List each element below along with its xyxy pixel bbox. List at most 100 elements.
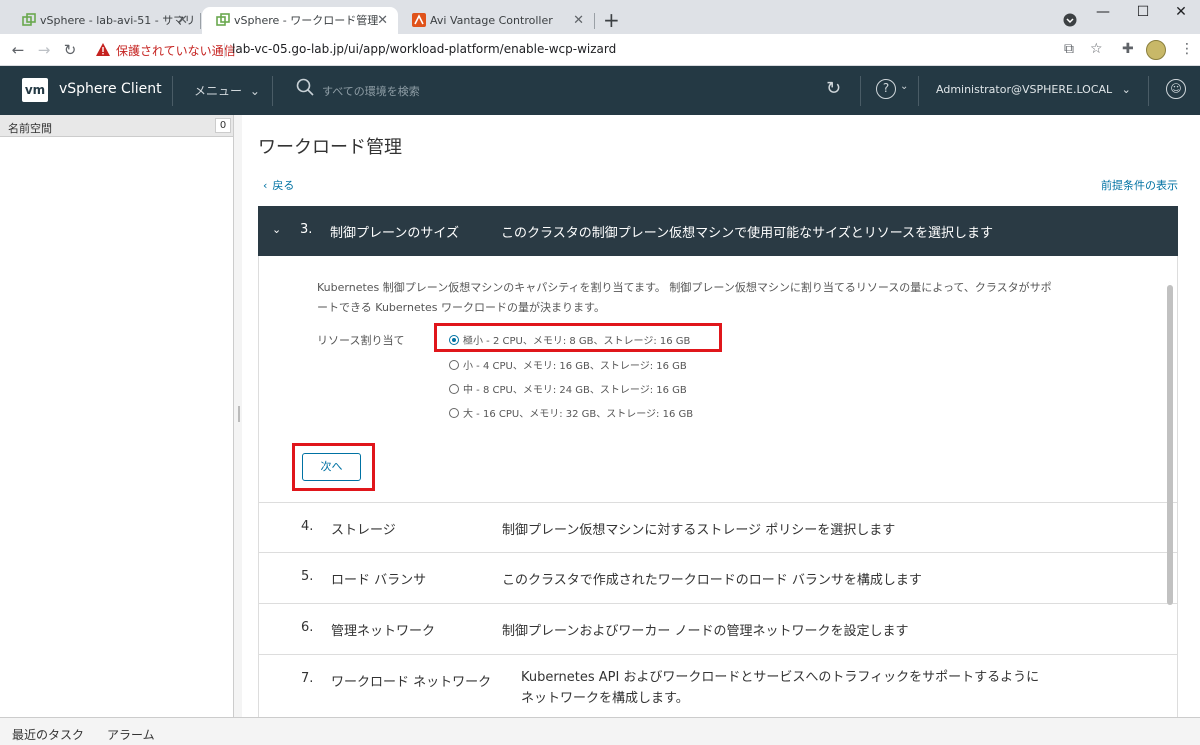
app-title[interactable]: vSphere Client — [59, 81, 162, 97]
vm-logo: vm — [22, 78, 48, 102]
browser-tab-strip: vSphere - lab-avi-51 - サマリ ✕ vSphere - ワ… — [0, 0, 1200, 34]
vertical-scrollbar[interactable] — [1164, 270, 1176, 717]
back-arrow-icon[interactable]: ← — [6, 38, 30, 62]
tab-search-icon[interactable] — [1063, 13, 1077, 27]
step-intro-text: Kubernetes 制御プレーン仮想マシンのキャパシティを割り当てます。 制御… — [317, 278, 1107, 318]
alarms-tab[interactable]: アラーム — [107, 726, 155, 743]
vsphere-favicon-icon — [22, 13, 36, 26]
browser-tab-title: vSphere - lab-avi-51 - サマリ — [40, 14, 196, 27]
step-name: ワークロード ネットワーク — [331, 675, 492, 690]
step-description: 制御プレーンおよびワーカー ノードの管理ネットワークを設定します — [502, 624, 909, 639]
browser-tab-title: vSphere - ワークロード管理 — [234, 14, 379, 27]
page-title: ワークロード管理 — [258, 137, 402, 158]
tab-close-icon[interactable]: ✕ — [377, 7, 388, 34]
user-name: Administrator@VSPHERE.LOCAL — [936, 83, 1113, 96]
tab-divider — [594, 13, 595, 29]
step-number: 5. — [301, 569, 314, 584]
wizard-step-5[interactable]: 5. ロード バランサ このクラスタで作成されたワークロードのロード バランサを… — [258, 553, 1178, 604]
avi-favicon-icon — [412, 13, 426, 27]
option-label: 中 - 8 CPU、メモリ: 24 GB、ストレージ: 16 GB — [463, 385, 687, 396]
recent-tasks-tab[interactable]: 最近のタスク — [12, 726, 84, 743]
refresh-icon[interactable]: ↻ — [826, 78, 841, 99]
option-label: 小 - 4 CPU、メモリ: 16 GB、ストレージ: 16 GB — [463, 361, 687, 372]
global-search-input[interactable]: すべての環境を検索 — [322, 83, 420, 99]
warning-icon — [96, 43, 110, 56]
user-menu[interactable]: Administrator@VSPHERE.LOCAL ⌄ — [936, 83, 1131, 96]
highlight-box — [292, 443, 375, 491]
step-number: 6. — [301, 620, 314, 635]
bottom-bar: 最近のタスク アラーム — [0, 717, 1200, 745]
browser-tab-workload-management[interactable]: vSphere - ワークロード管理 ✕ — [202, 7, 398, 34]
chevron-left-icon: ‹ — [263, 179, 268, 192]
intro-line: ートできる Kubernetes ワークロードの量が決まります。 — [317, 301, 605, 314]
step-name: ロード バランサ — [331, 573, 427, 588]
wizard-step-4[interactable]: 4. ストレージ 制御プレーン仮想マシンに対するストレージ ポリシーを選択します — [258, 502, 1178, 553]
reload-icon[interactable]: ↻ — [58, 38, 82, 62]
tab-close-icon[interactable]: ✕ — [573, 7, 584, 34]
tab-divider — [200, 13, 201, 29]
radio-button[interactable] — [449, 384, 459, 394]
prerequisites-link[interactable]: 前提条件の表示 — [1101, 177, 1178, 193]
step-name: ストレージ — [331, 523, 396, 538]
namespace-panel: 名前空間 0 — [0, 115, 234, 717]
namespace-panel-title: 名前空間 — [8, 122, 52, 135]
step-description: 制御プレーン仮想マシンに対するストレージ ポリシーを選択します — [502, 523, 896, 538]
security-warning[interactable]: 保護されていない通信 — [116, 42, 236, 59]
chevron-down-icon: ⌄ — [249, 84, 260, 98]
wizard-step-3-body: Kubernetes 制御プレーン仮想マシンのキャパシティを割り当てます。 制御… — [258, 256, 1178, 502]
step-name: 制御プレーンのサイズ — [330, 226, 459, 241]
url-field[interactable]: lab-vc-05.go-lab.jp/ui/app/workload-plat… — [232, 42, 616, 56]
header-divider — [1148, 76, 1149, 106]
header-divider — [918, 76, 919, 106]
size-option-large[interactable]: 大 - 16 CPU、メモリ: 32 GB、ストレージ: 16 GB — [449, 405, 693, 420]
step-description-line: Kubernetes API およびワークロードとサービスへのトラフィックをサポ… — [521, 670, 1040, 685]
resource-allocation-label: リソース割り当て — [317, 334, 405, 347]
wizard-step-7[interactable]: 7. ワークロード ネットワーク Kubernetes API およびワークロー… — [258, 655, 1178, 717]
new-tab-button[interactable]: + — [603, 8, 620, 32]
step-name: 管理ネットワーク — [331, 624, 436, 639]
back-link[interactable]: ‹ 戻る — [263, 177, 294, 193]
size-option-small[interactable]: 小 - 4 CPU、メモリ: 16 GB、ストレージ: 16 GB — [449, 357, 687, 372]
back-link-label: 戻る — [272, 179, 295, 192]
menu-button[interactable]: メニュー ⌄ — [194, 82, 260, 99]
feedback-smiley-icon[interactable]: ☺ — [1166, 79, 1186, 99]
step-number: 4. — [301, 519, 314, 534]
browser-tab-avi-controller[interactable]: Avi Vantage Controller ✕ — [398, 7, 594, 34]
chevron-down-icon[interactable]: ⌄ — [900, 81, 908, 92]
address-bar: ← → ↻ 保護されていない通信 lab-vc-05.go-lab.jp/ui/… — [0, 34, 1200, 66]
step-description: Kubernetes API およびワークロードとサービスへのトラフィックをサポ… — [521, 667, 1039, 709]
translate-icon[interactable]: ⧉ — [1064, 41, 1074, 57]
splitter-grip[interactable] — [238, 406, 240, 422]
namespace-panel-header: 名前空間 0 — [0, 115, 233, 137]
vsphere-header: vm vSphere Client メニュー ⌄ すべての環境を検索 ↻ ? ⌄… — [0, 66, 1200, 115]
size-option-medium[interactable]: 中 - 8 CPU、メモリ: 24 GB、ストレージ: 16 GB — [449, 381, 687, 396]
forward-arrow-icon[interactable]: → — [32, 38, 56, 62]
scrollbar-thumb[interactable] — [1167, 285, 1173, 605]
highlight-box — [434, 323, 722, 352]
more-menu-icon[interactable]: ⋮ — [1180, 41, 1194, 57]
help-icon[interactable]: ? — [876, 79, 896, 99]
bookmark-star-icon[interactable]: ☆ — [1090, 41, 1103, 57]
option-label: 大 - 16 CPU、メモリ: 32 GB、ストレージ: 16 GB — [463, 409, 694, 420]
browser-tab-vsphere-summary[interactable]: vSphere - lab-avi-51 - サマリ ✕ — [8, 7, 198, 34]
header-divider — [860, 76, 861, 106]
radio-button[interactable] — [449, 360, 459, 370]
search-icon — [296, 78, 314, 96]
wizard-step-6[interactable]: 6. 管理ネットワーク 制御プレーンおよびワーカー ノードの管理ネットワークを設… — [258, 604, 1178, 655]
browser-tab-title: Avi Vantage Controller — [430, 14, 553, 27]
chevron-down-icon: ⌄ — [272, 223, 282, 236]
chevron-down-icon: ⌄ — [1121, 83, 1131, 96]
radio-button[interactable] — [449, 408, 459, 418]
url-divider — [224, 43, 225, 58]
wizard-step-3-header[interactable]: ⌄ 3. 制御プレーンのサイズ このクラスタの制御プレーン仮想マシンで使用可能な… — [258, 206, 1178, 256]
step-number: 7. — [301, 671, 314, 686]
menu-label: メニュー — [194, 84, 243, 98]
extensions-icon[interactable]: ✚ — [1122, 41, 1134, 57]
profile-avatar[interactable] — [1146, 40, 1166, 60]
namespace-count-badge: 0 — [215, 118, 231, 133]
close-window-button[interactable]: ✕ — [1158, 0, 1200, 30]
header-divider — [172, 76, 173, 106]
tab-close-icon[interactable]: ✕ — [177, 7, 188, 34]
step-description: このクラスタで作成されたワークロードのロード バランサを構成します — [502, 573, 922, 588]
intro-line: Kubernetes 制御プレーン仮想マシンのキャパシティを割り当てます。 制御… — [317, 281, 1052, 294]
